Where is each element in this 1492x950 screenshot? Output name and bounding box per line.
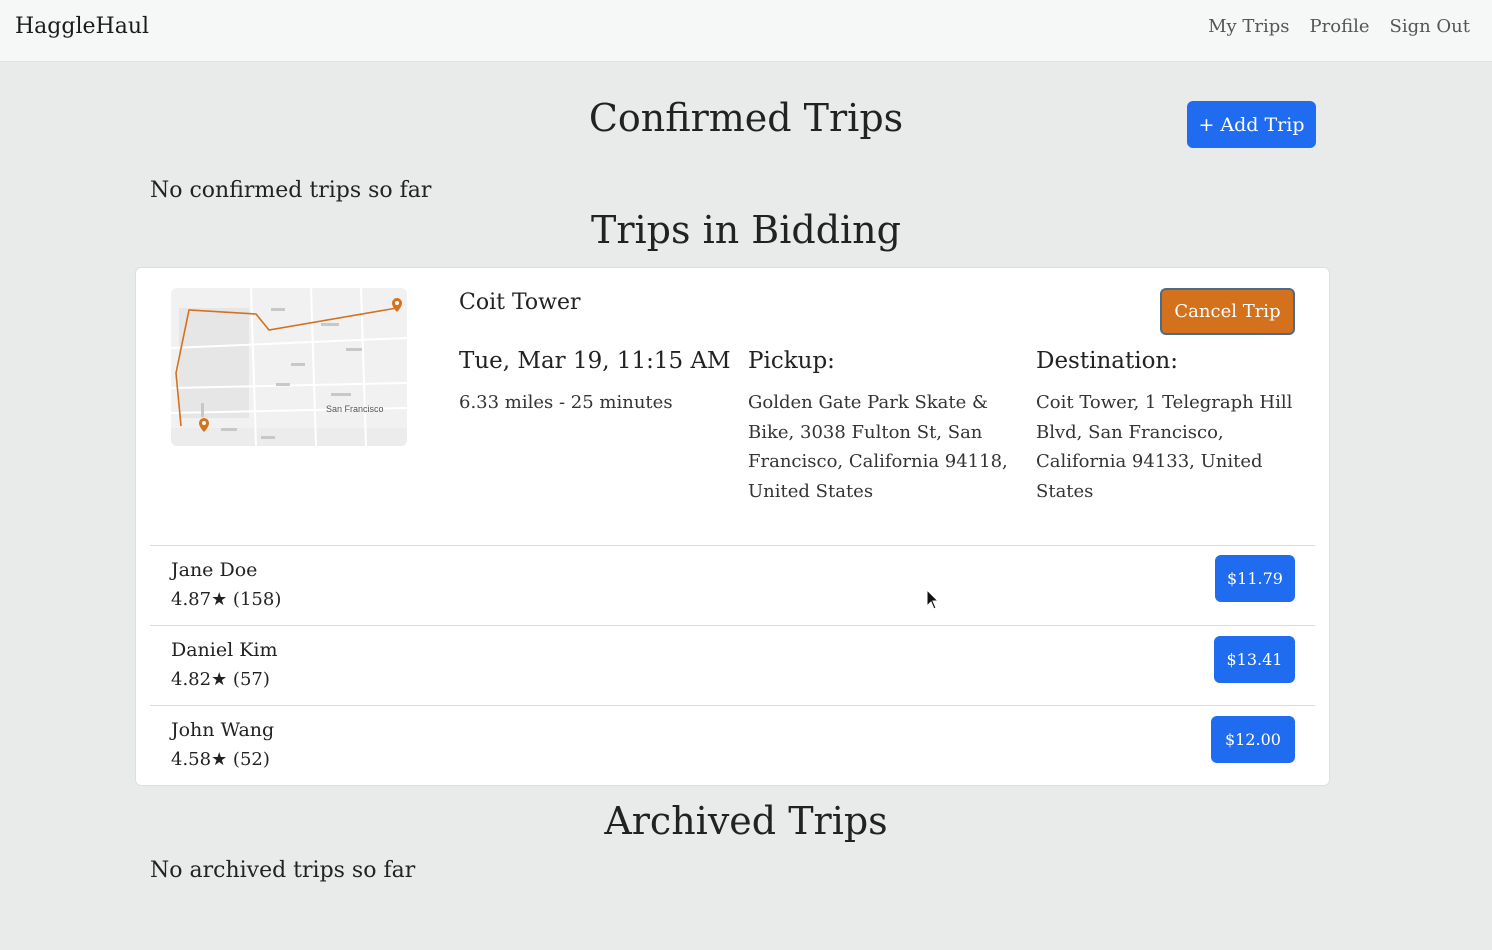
pickup-address-line: United States	[748, 480, 874, 502]
nav-my-trips[interactable]: My Trips	[1208, 16, 1289, 37]
archived-empty-text: No archived trips so far	[150, 858, 416, 883]
bids-divider	[150, 625, 1315, 626]
confirmed-empty-text: No confirmed trips so far	[150, 178, 432, 203]
destination-address-line: California 94133, United	[1036, 451, 1263, 472]
accept-bid-button[interactable]: $13.41	[1214, 636, 1295, 683]
add-trip-button[interactable]: + Add Trip	[1187, 101, 1316, 148]
pickup-address: Golden Gate Park Skate & Bike, 3038 Fult…	[748, 388, 1008, 506]
bid-driver-name: John Wang	[171, 719, 275, 741]
route-map-image: San Francisco	[171, 288, 407, 446]
bidding-trip-card: San Francisco Coit Tower Cancel Trip Tue…	[135, 267, 1330, 786]
cancel-trip-button[interactable]: Cancel Trip	[1160, 288, 1295, 335]
trip-datetime: Tue, Mar 19, 11:15 AM	[459, 348, 731, 374]
destination-address-line: States	[1036, 480, 1094, 502]
brand-logo[interactable]: HaggleHaul	[15, 14, 149, 39]
destination-address-line: Blvd, San Francisco,	[1036, 421, 1224, 443]
destination-label: Destination:	[1036, 348, 1178, 374]
nav-profile[interactable]: Profile	[1310, 16, 1370, 37]
route-map[interactable]: San Francisco	[171, 288, 407, 446]
destination-address-line: Coit Tower, 1 Telegraph Hill	[1036, 392, 1293, 413]
archived-trips-title: Archived Trips	[604, 799, 888, 843]
nav-sign-out[interactable]: Sign Out	[1389, 16, 1470, 37]
bid-driver-name: Daniel Kim	[171, 639, 278, 661]
trip-name: Coit Tower	[459, 290, 581, 315]
bids-divider	[150, 705, 1315, 706]
pickup-address-line: Bike, 3038 Fulton St, San	[748, 421, 983, 443]
mouse-cursor-icon	[926, 589, 940, 610]
bid-driver-rating: 4.87★ (158)	[171, 589, 282, 610]
top-navbar: HaggleHaul My Trips Profile Sign Out	[0, 0, 1492, 62]
nav-links: My Trips Profile Sign Out	[1208, 16, 1470, 37]
trip-distance-time: 6.33 miles - 25 minutes	[459, 392, 673, 413]
bids-divider	[150, 545, 1315, 546]
bid-driver-name: Jane Doe	[171, 559, 258, 581]
pickup-address-line: Golden Gate Park Skate &	[748, 392, 989, 413]
destination-address: Coit Tower, 1 Telegraph Hill Blvd, San F…	[1036, 388, 1292, 506]
bidding-trips-title: Trips in Bidding	[591, 208, 901, 252]
bid-driver-rating: 4.82★ (57)	[171, 669, 270, 690]
pickup-address-line: Francisco, California 94118,	[748, 451, 1008, 472]
map-city-label: San Francisco	[326, 404, 384, 414]
accept-bid-button[interactable]: $11.79	[1215, 555, 1295, 602]
bid-driver-rating: 4.58★ (52)	[171, 749, 270, 770]
pickup-label: Pickup:	[748, 348, 835, 374]
accept-bid-button[interactable]: $12.00	[1211, 716, 1295, 763]
